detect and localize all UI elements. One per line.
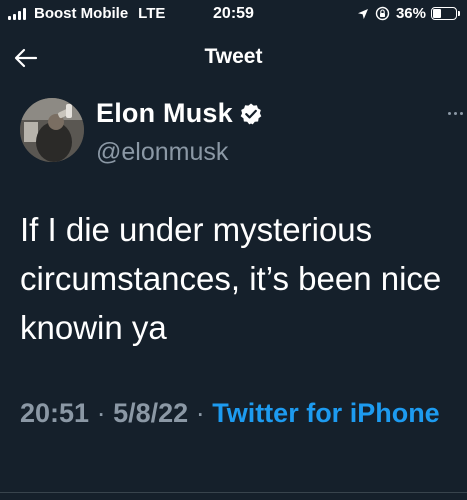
tweet-date[interactable]: 5/8/22 [113,398,188,428]
tweet-time[interactable]: 20:51 [20,398,89,428]
tweet-source-link[interactable]: Twitter for iPhone [212,398,440,428]
battery-fill [433,9,441,18]
author-name[interactable]: Elon Musk [96,98,233,129]
tweet-meta: 20:51 · 5/8/22 · Twitter for iPhone [20,393,450,433]
battery-icon [431,7,460,20]
meta-separator: · [195,398,205,428]
author-name-row[interactable]: Elon Musk [96,98,263,129]
meta-separator: · [96,398,106,428]
avatar[interactable] [20,98,84,162]
top-nav-bar: Tweet [0,34,467,82]
location-arrow-icon [357,8,369,20]
tweet-text: If I die under mysterious circumstances,… [20,211,442,346]
status-bar: Boost Mobile LTE 20:59 36% [0,0,467,34]
divider [0,492,467,493]
more-options-icon[interactable] [445,112,463,115]
verified-badge-icon [239,102,263,126]
page-title: Tweet [204,45,263,68]
rotation-lock-icon [375,6,390,21]
status-bar-right: 36% [357,5,460,22]
author-handle[interactable]: @elonmusk [96,138,228,167]
battery-percent: 36% [395,5,426,22]
